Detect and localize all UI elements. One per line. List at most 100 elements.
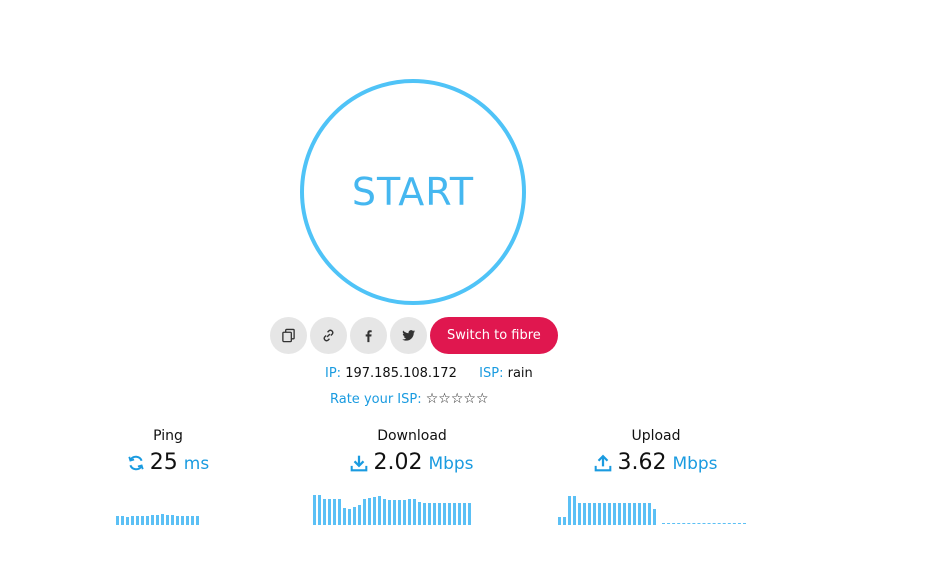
rate-isp-stars[interactable]: ☆☆☆☆☆	[426, 391, 489, 407]
download-graph-bar	[333, 499, 336, 525]
ping-graph-bar	[161, 514, 164, 525]
download-graph-bar	[448, 503, 451, 525]
upload-graph-bar	[648, 503, 651, 525]
twitter-icon	[402, 330, 416, 341]
download-graph-bar	[413, 499, 416, 525]
upload-icon	[595, 454, 612, 471]
rate-isp: Rate your ISP: ☆☆☆☆☆	[330, 391, 489, 407]
download-metric: Download 2.02 Mbps	[332, 428, 492, 475]
ping-graph-bar	[186, 516, 189, 525]
download-graph-bar	[378, 496, 381, 525]
upload-graph-bar	[608, 503, 611, 525]
upload-graph-baseline	[662, 523, 746, 524]
download-graph-bar	[418, 502, 421, 525]
upload-graph-bar	[563, 517, 566, 525]
upload-graph-bar	[603, 503, 606, 525]
ping-graph-bar	[166, 515, 169, 525]
ping-graph-bar	[136, 516, 139, 525]
ping-graph-bar	[171, 515, 174, 525]
download-graph-bar	[398, 500, 401, 525]
refresh-icon	[128, 455, 144, 470]
ping-graph-bar	[131, 516, 134, 525]
download-graph-bar	[383, 499, 386, 525]
upload-graph-bar	[638, 503, 641, 525]
ping-graph-bar	[116, 516, 119, 525]
upload-graph-bar	[578, 503, 581, 525]
upload-graph-bar	[598, 503, 601, 525]
copy-button[interactable]	[270, 317, 307, 354]
download-graph-bar	[373, 497, 376, 525]
ping-graph-bar	[121, 516, 124, 525]
upload-graph-bar	[633, 503, 636, 525]
ping-graph	[116, 494, 201, 525]
download-graph	[313, 494, 473, 525]
ping-unit: ms	[183, 454, 210, 474]
download-graph-bar	[453, 503, 456, 525]
upload-graph-bar	[643, 503, 646, 525]
download-label: Download	[377, 428, 447, 444]
link-icon	[323, 329, 334, 342]
isp-label: ISP:	[479, 366, 504, 381]
upload-label: Upload	[631, 428, 681, 444]
download-graph-bar	[368, 498, 371, 525]
start-label: START	[351, 170, 475, 214]
download-graph-bar	[358, 505, 361, 525]
rate-isp-label: Rate your ISP:	[330, 392, 422, 407]
ping-value: 25	[149, 450, 178, 475]
download-graph-bar	[328, 499, 331, 525]
isp-value: rain	[507, 366, 533, 381]
ping-graph-bar	[141, 516, 144, 525]
ping-graph-bar	[146, 516, 149, 525]
copy-icon	[282, 328, 295, 343]
facebook-button[interactable]	[350, 317, 387, 354]
download-graph-bar	[438, 503, 441, 525]
download-graph-bar	[463, 503, 466, 525]
ping-label: Ping	[153, 428, 183, 444]
switch-to-fibre-button[interactable]: Switch to fibre	[430, 317, 558, 354]
download-graph-bar	[313, 495, 316, 525]
upload-graph	[558, 494, 658, 525]
upload-graph-bar	[613, 503, 616, 525]
download-graph-bar	[428, 503, 431, 525]
ping-graph-bar	[156, 515, 159, 525]
upload-metric: Upload 3.62 Mbps	[576, 428, 736, 475]
download-graph-bar	[403, 500, 406, 525]
upload-graph-bar	[568, 496, 571, 525]
upload-graph-bar	[618, 503, 621, 525]
download-graph-bar	[348, 509, 351, 525]
ping-graph-bar	[176, 516, 179, 525]
download-graph-bar	[338, 499, 341, 525]
upload-graph-bar	[623, 503, 626, 525]
ping-graph-bar	[181, 516, 184, 525]
connection-info: IP: 197.185.108.172 ISP: rain	[325, 366, 533, 381]
upload-graph-bar	[653, 509, 656, 525]
download-graph-bar	[393, 500, 396, 525]
ping-value-row: 25 ms	[118, 450, 218, 475]
upload-graph-bar	[558, 517, 561, 525]
download-graph-bar	[343, 508, 346, 525]
download-graph-bar	[458, 503, 461, 525]
share-row: Switch to fibre	[270, 317, 558, 354]
upload-value: 3.62	[617, 450, 667, 475]
download-value-row: 2.02 Mbps	[332, 450, 492, 475]
download-graph-bar	[443, 503, 446, 525]
download-graph-bar	[433, 503, 436, 525]
link-button[interactable]	[310, 317, 347, 354]
upload-graph-bar	[583, 503, 586, 525]
download-graph-bar	[323, 499, 326, 525]
ping-graph-bar	[196, 516, 199, 525]
ping-graph-bar	[126, 517, 129, 525]
twitter-button[interactable]	[390, 317, 427, 354]
upload-graph-bar	[588, 503, 591, 525]
ping-metric: Ping 25 ms	[118, 428, 218, 475]
download-graph-bar	[388, 500, 391, 525]
download-graph-bar	[318, 495, 321, 525]
start-button[interactable]: START	[300, 79, 526, 305]
upload-unit: Mbps	[672, 454, 718, 474]
ping-graph-bar	[151, 515, 154, 525]
download-graph-bar	[353, 507, 356, 525]
upload-value-row: 3.62 Mbps	[576, 450, 736, 475]
download-graph-bar	[423, 503, 426, 525]
download-icon	[351, 455, 368, 471]
upload-graph-bar	[573, 496, 576, 525]
